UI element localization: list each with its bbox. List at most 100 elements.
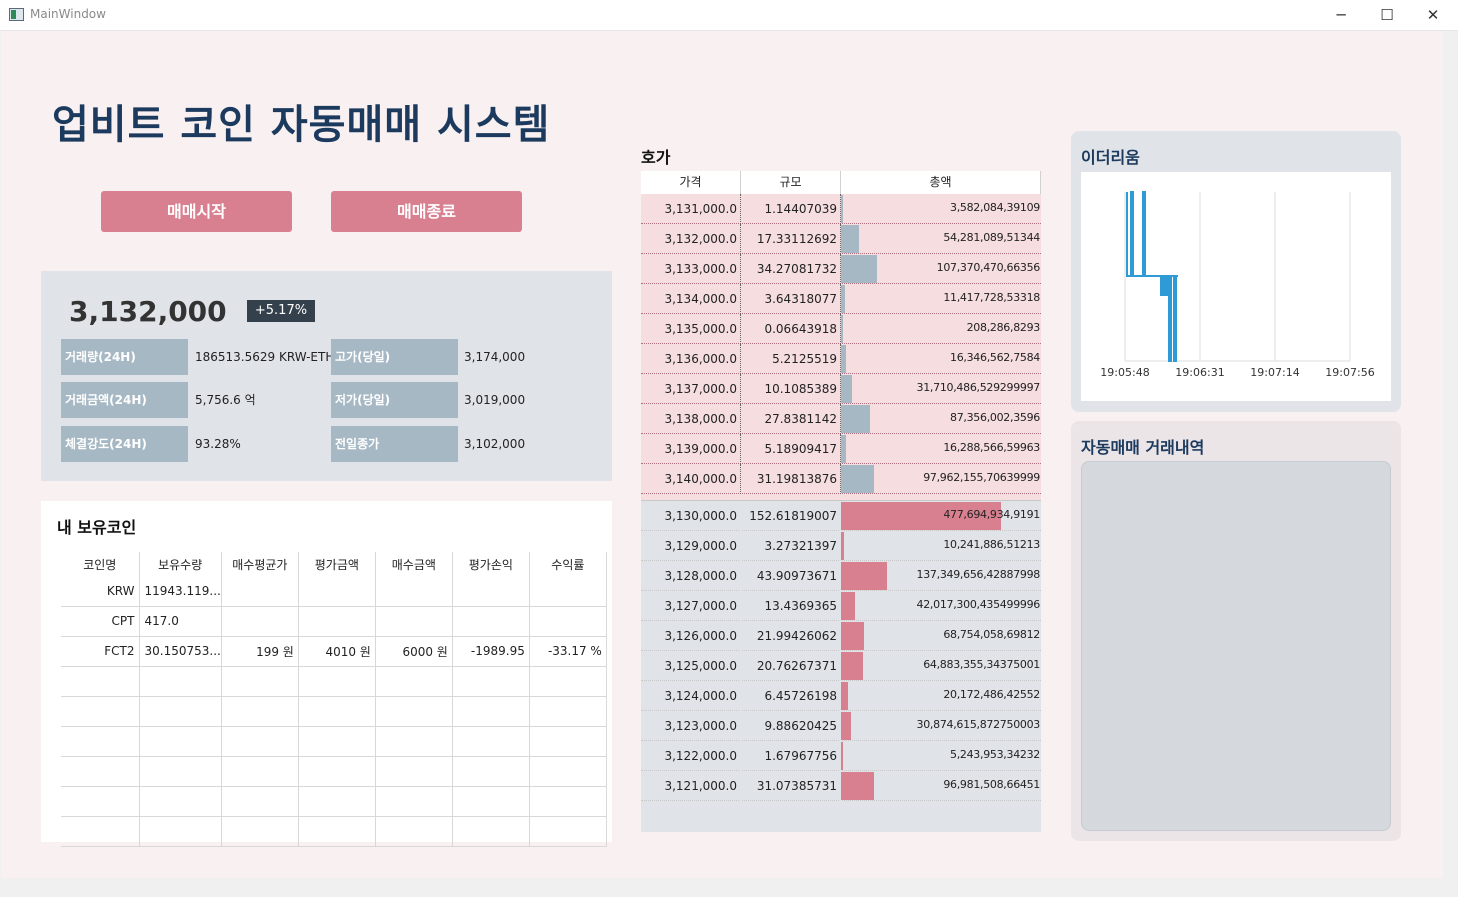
ask-row[interactable]: 3,139,000.0 5.18909417 16,288,566,59963 [641,434,1041,464]
table-cell[interactable] [139,726,222,757]
ask-row[interactable]: 3,134,000.0 3.64318077 11,417,728,53318 [641,284,1041,314]
table-cell[interactable] [221,666,299,697]
bid-row[interactable]: 3,127,000.0 13.4369365 42,017,300,43549999… [641,591,1041,621]
bid-row[interactable]: 3,130,000.0 152.61819007 477,694,934,9191 [641,501,1041,531]
holdings-column-header[interactable]: 매수평균가 [221,552,299,576]
table-cell[interactable] [375,786,453,817]
table-cell[interactable] [221,726,299,757]
stop-trading-button[interactable]: 매매종료 [331,191,522,232]
table-cell[interactable]: 6000 원 [375,636,453,667]
bid-row[interactable]: 3,125,000.0 20.76267371 64,883,355,3437500… [641,651,1041,681]
table-cell[interactable] [61,816,140,847]
bid-row[interactable]: 3,123,000.0 9.88620425 30,874,615,87275000… [641,711,1041,741]
table-cell[interactable] [139,786,222,817]
table-cell[interactable] [375,666,453,697]
maximize-button[interactable]: ☐ [1364,0,1410,30]
ask-row[interactable]: 3,135,000.0 0.06643918 208,286,8293 [641,314,1041,344]
table-cell[interactable]: 199 원 [221,636,299,667]
table-cell[interactable] [61,726,140,757]
table-cell[interactable]: 417.0 [139,606,222,637]
table-row[interactable]: FCT2 30.150753... 199 원 4010 원 6000 원 -1989.9… [61,636,607,667]
table-cell[interactable] [139,696,222,727]
start-trading-button[interactable]: 매매시작 [101,191,292,232]
table-cell[interactable] [221,756,299,787]
table-cell[interactable] [452,786,530,817]
table-row[interactable] [61,726,607,757]
ask-row[interactable]: 3,140,000.0 31.19813876 97,962,155,7063999… [641,464,1041,494]
trade-history-list[interactable] [1081,461,1391,831]
table-cell[interactable] [375,816,453,847]
bid-row[interactable]: 3,129,000.0 3.27321397 10,241,886,51213 [641,531,1041,561]
table-cell[interactable] [298,606,376,637]
table-cell[interactable] [375,606,453,637]
table-cell[interactable] [61,756,140,787]
table-row[interactable] [61,696,607,727]
bid-row[interactable]: 3,128,000.0 43.90973671 137,349,656,428879… [641,561,1041,591]
ask-row[interactable]: 3,136,000.0 5.2125519 16,346,562,7584 [641,344,1041,374]
table-cell[interactable] [298,696,376,727]
minimize-button[interactable]: ─ [1318,0,1364,30]
bid-row[interactable]: 3,124,000.0 6.45726198 20,172,486,42552 [641,681,1041,711]
holdings-column-header[interactable]: 평가금액 [298,552,376,576]
table-cell[interactable] [221,576,299,607]
table-cell[interactable]: -33.17 % [529,636,607,667]
table-cell[interactable] [298,756,376,787]
table-cell[interactable] [139,666,222,697]
table-cell[interactable] [375,696,453,727]
bid-row[interactable]: 3,126,000.0 21.99426062 68,754,058,69812 [641,621,1041,651]
table-cell[interactable] [529,666,607,697]
table-cell[interactable] [452,666,530,697]
table-row[interactable] [61,816,607,847]
table-cell[interactable] [298,816,376,847]
table-cell[interactable] [298,576,376,607]
table-cell[interactable] [61,666,140,697]
ask-row[interactable]: 3,132,000.0 17.33112692 54,281,089,51344 [641,224,1041,254]
table-cell[interactable]: 30.150753... [139,636,222,667]
table-cell[interactable] [529,816,607,847]
holdings-column-header[interactable]: 매수금액 [375,552,453,576]
ask-row[interactable]: 3,131,000.0 1.14407039 3,582,084,39109 [641,194,1041,224]
table-cell[interactable] [221,816,299,847]
close-button[interactable]: ✕ [1410,0,1456,30]
table-row[interactable] [61,756,607,787]
table-cell[interactable] [529,606,607,637]
holdings-column-header[interactable]: 코인명 [61,552,140,576]
table-row[interactable]: KRW 11943.119... [61,576,607,607]
table-cell[interactable] [375,756,453,787]
holdings-column-header[interactable]: 평가손익 [452,552,530,576]
table-row[interactable] [61,666,607,697]
table-cell[interactable] [375,576,453,607]
table-cell[interactable] [221,786,299,817]
table-cell[interactable] [452,606,530,637]
bid-row[interactable]: 3,121,000.0 31.07385731 96,981,508,66451 [641,771,1041,801]
table-cell[interactable] [452,726,530,757]
table-cell[interactable]: 11943.119... [139,576,222,607]
table-cell[interactable] [61,696,140,727]
table-cell[interactable] [298,666,376,697]
table-cell[interactable]: -1989.95 [452,636,530,667]
table-cell[interactable]: KRW [61,576,140,607]
table-cell[interactable] [61,786,140,817]
ask-row[interactable]: 3,133,000.0 34.27081732 107,370,470,66356 [641,254,1041,284]
table-cell[interactable] [529,696,607,727]
table-cell[interactable] [298,726,376,757]
ask-row[interactable]: 3,137,000.0 10.1085389 31,710,486,52929999… [641,374,1041,404]
table-cell[interactable] [529,576,607,607]
table-cell[interactable] [139,816,222,847]
table-row[interactable] [61,786,607,817]
table-cell[interactable] [375,726,453,757]
bid-row[interactable]: 3,122,000.0 1.67967756 5,243,953,34232 [641,741,1041,771]
table-cell[interactable] [452,756,530,787]
table-row[interactable]: CPT 417.0 [61,606,607,637]
table-cell[interactable] [298,786,376,817]
table-cell[interactable]: FCT2 [61,636,140,667]
table-cell[interactable] [452,696,530,727]
table-cell[interactable] [529,726,607,757]
table-cell[interactable] [529,756,607,787]
ask-row[interactable]: 3,138,000.0 27.8381142 87,356,002,3596 [641,404,1041,434]
table-cell[interactable]: CPT [61,606,140,637]
holdings-column-header[interactable]: 보유수량 [139,552,222,576]
table-cell[interactable] [452,816,530,847]
table-cell[interactable] [221,606,299,637]
table-cell[interactable]: 4010 원 [298,636,376,667]
